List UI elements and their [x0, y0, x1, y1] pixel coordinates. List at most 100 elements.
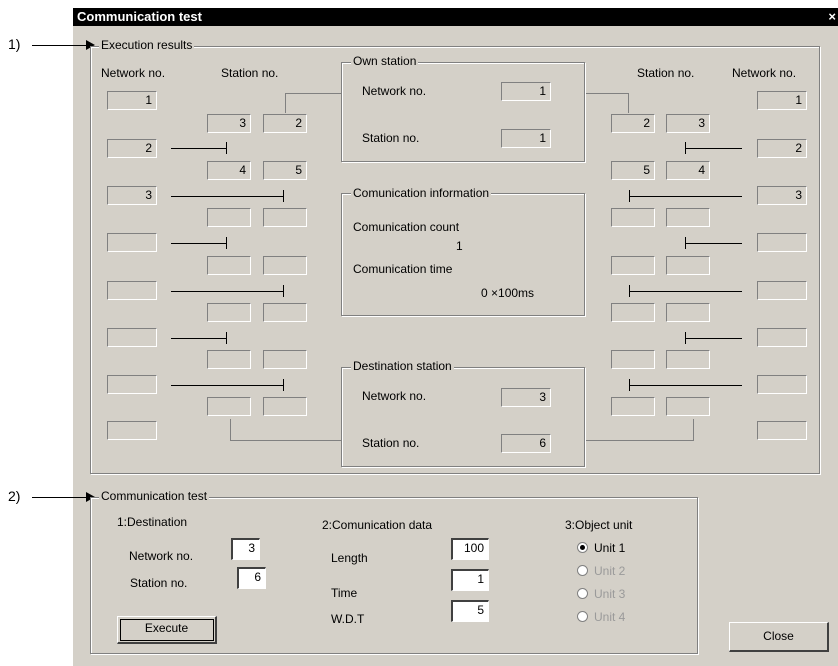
left-connector: [171, 196, 283, 197]
dest-station-title: Destination station: [351, 359, 454, 373]
dest-station-label: Station no.: [362, 436, 420, 450]
right-station-field: [611, 350, 655, 369]
right-network-header: Network no.: [732, 66, 797, 80]
right-connector: [685, 243, 742, 244]
left-station-field: [263, 208, 307, 227]
own-station-value: 1: [501, 129, 551, 148]
left-network-field: [107, 421, 157, 440]
left-station-field: [207, 303, 251, 322]
right-connector: [629, 285, 630, 297]
dest-network-input[interactable]: 3: [231, 538, 260, 560]
left-station-field: 4: [207, 161, 251, 180]
dest-network-value: 3: [501, 388, 551, 407]
left-network-field: [107, 328, 157, 347]
right-connector: [685, 332, 686, 344]
length-input[interactable]: 100: [451, 538, 489, 560]
right-station-field: [611, 256, 655, 275]
radio-selected-icon: [577, 542, 588, 553]
right-station-field: 2: [611, 114, 655, 133]
right-network-field: [757, 375, 807, 394]
own-link-line-right: [584, 93, 629, 94]
left-station-field: [263, 397, 307, 416]
right-network-field: [757, 233, 807, 252]
title-bar: Communication test ×: [73, 8, 838, 26]
left-connector: [226, 332, 227, 344]
dest-link-line-right: [584, 440, 694, 441]
time-input[interactable]: 1: [451, 569, 489, 591]
right-connector: [685, 142, 686, 154]
communication-test-title: Communication test: [99, 489, 210, 503]
comm-time-value: 0 ×100ms: [481, 286, 535, 300]
right-station-header: Station no.: [637, 66, 695, 80]
time-label: Time: [331, 586, 358, 600]
dest-link-line: [230, 419, 231, 440]
callout-2: 2): [8, 488, 21, 504]
close-icon[interactable]: ×: [828, 8, 836, 26]
radio-icon: [577, 565, 588, 576]
wdt-input[interactable]: 5: [451, 600, 489, 622]
left-connector: [171, 148, 226, 149]
right-station-field: 3: [666, 114, 710, 133]
wdt-label: W.D.T: [331, 612, 365, 626]
radio-icon: [577, 611, 588, 622]
destination-title: 1:Destination: [117, 515, 188, 529]
object-unit-title: 3:Object unit: [565, 518, 633, 532]
left-network-field: 1: [107, 91, 157, 110]
dest-network-label: Network no.: [362, 389, 427, 403]
left-connector: [171, 338, 226, 339]
unit-1-label: Unit 1: [594, 541, 626, 555]
dest-station-input[interactable]: 6: [237, 567, 266, 589]
right-network-field: [757, 281, 807, 300]
own-station-label: Station no.: [362, 131, 420, 145]
right-station-field: [611, 397, 655, 416]
unit-3-radio[interactable]: Unit 3: [577, 587, 625, 601]
right-network-field: 2: [757, 139, 807, 158]
right-connector: [629, 379, 630, 391]
dest-link-line: [230, 440, 341, 441]
right-station-field: [666, 208, 710, 227]
left-network-field: [107, 281, 157, 300]
right-connector: [629, 385, 742, 386]
unit-2-radio[interactable]: Unit 2: [577, 564, 625, 578]
right-station-field: 5: [611, 161, 655, 180]
comm-time-label: Comunication time: [353, 262, 453, 276]
left-connector: [226, 237, 227, 249]
unit-3-label: Unit 3: [594, 587, 626, 601]
left-station-field: [207, 208, 251, 227]
left-network-header: Network no.: [101, 66, 166, 80]
own-link-line-right: [628, 93, 629, 113]
left-connector: [283, 285, 284, 297]
right-station-field: [611, 303, 655, 322]
dest-link-line-right: [693, 419, 694, 440]
own-station-title: Own station: [351, 54, 419, 68]
comm-count-label: Comunication count: [353, 220, 460, 234]
dest-station-value: 6: [501, 434, 551, 453]
right-station-field: [666, 397, 710, 416]
left-network-field: [107, 375, 157, 394]
right-network-field: 3: [757, 186, 807, 205]
right-connector: [629, 291, 742, 292]
execute-button[interactable]: Execute: [117, 616, 217, 644]
left-station-field: 2: [263, 114, 307, 133]
unit-4-radio[interactable]: Unit 4: [577, 610, 625, 624]
comm-data-title: 2:Comunication data: [322, 518, 433, 532]
unit-1-radio[interactable]: Unit 1: [577, 541, 625, 555]
right-station-field: 4: [666, 161, 710, 180]
comm-count-value: 1: [456, 239, 463, 253]
right-connector: [629, 196, 742, 197]
left-network-field: [107, 233, 157, 252]
callout-1-line: [32, 45, 87, 46]
own-network-label: Network no.: [362, 84, 427, 98]
own-network-value: 1: [501, 82, 551, 101]
dest-station-input-label: Station no.: [130, 576, 188, 590]
left-connector: [171, 385, 283, 386]
callout-2-line: [32, 497, 87, 498]
right-network-field: 1: [757, 91, 807, 110]
left-station-field: [263, 350, 307, 369]
left-station-header: Station no.: [221, 66, 279, 80]
close-button[interactable]: Close: [729, 622, 829, 652]
right-connector: [629, 190, 630, 202]
length-label: Length: [331, 551, 368, 565]
right-connector: [685, 237, 686, 249]
left-connector: [171, 291, 283, 292]
